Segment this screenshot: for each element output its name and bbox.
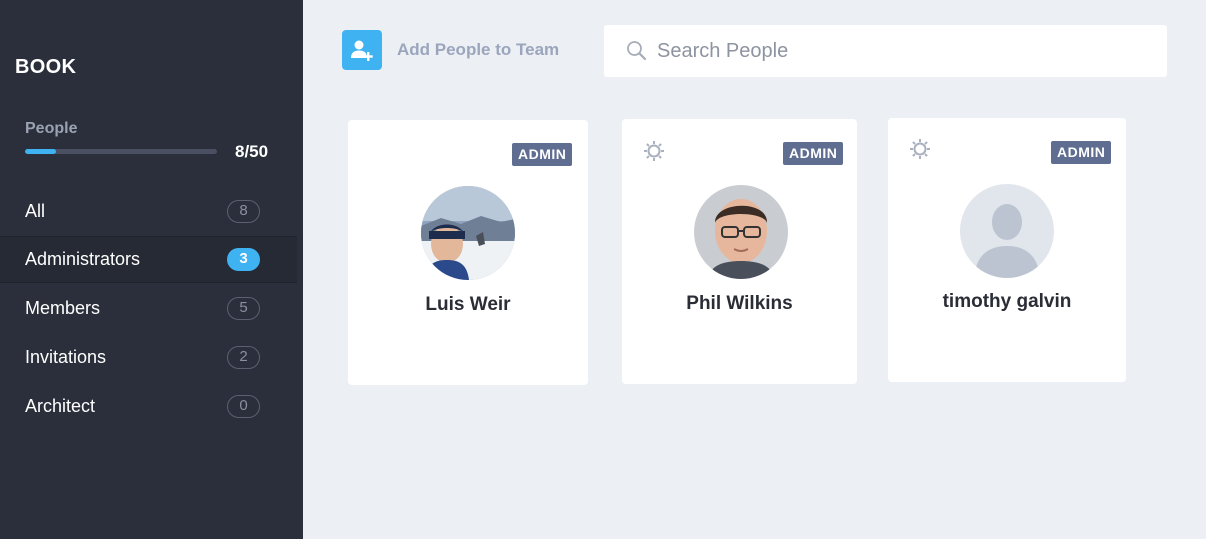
team-name: BOOK (15, 56, 77, 78)
people-progress-bar (25, 149, 217, 154)
add-people-link[interactable]: Add People to Team (397, 40, 559, 60)
sidebar-item-members[interactable]: Members 5 (0, 285, 303, 332)
sidebar-item-label: Members (25, 298, 101, 318)
add-people-button[interactable] (342, 30, 382, 70)
default-user-icon (960, 184, 1054, 278)
avatar (694, 185, 788, 279)
person-card[interactable]: ADMIN Phil Wilkins (622, 119, 857, 384)
admin-badge: ADMIN (783, 142, 844, 165)
count-badge: 5 (227, 297, 260, 320)
count-badge: 2 (227, 346, 260, 369)
people-progress-fill (25, 149, 56, 154)
sidebar-item-label: Architect (25, 396, 96, 416)
count-badge: 3 (227, 248, 260, 271)
person-name: Luis Weir (425, 294, 511, 315)
sidebar: BOOK People 8/50 All 8 Administrators 3 … (0, 0, 303, 539)
people-label: People (25, 120, 78, 137)
admin-badge: ADMIN (1051, 141, 1112, 164)
add-person-icon (351, 40, 373, 61)
sidebar-item-label: Invitations (25, 347, 107, 367)
avatar (421, 186, 515, 280)
sidebar-item-all[interactable]: All 8 (0, 188, 303, 235)
person-card[interactable]: ADMIN Luis Weir (348, 120, 588, 385)
avatar-placeholder (960, 184, 1054, 278)
search-box (604, 25, 1167, 77)
count-badge: 8 (227, 200, 260, 223)
gear-icon[interactable] (908, 137, 932, 161)
sidebar-item-label: All (25, 201, 46, 221)
sidebar-item-architect[interactable]: Architect 0 (0, 383, 303, 430)
gear-icon[interactable] (642, 139, 666, 163)
count-badge: 0 (227, 395, 260, 418)
people-count: 8/50 (235, 142, 269, 161)
sidebar-item-invitations[interactable]: Invitations 2 (0, 334, 303, 381)
person-name: Phil Wilkins (686, 293, 793, 314)
search-icon (627, 41, 647, 61)
admin-badge: ADMIN (512, 143, 573, 166)
sidebar-item-label: Administrators (25, 249, 141, 269)
search-input[interactable] (657, 37, 1147, 65)
person-name: timothy galvin (942, 291, 1072, 312)
sidebar-item-administrators[interactable]: Administrators 3 (0, 236, 297, 283)
person-card[interactable]: ADMIN timothy galvin (888, 118, 1126, 382)
